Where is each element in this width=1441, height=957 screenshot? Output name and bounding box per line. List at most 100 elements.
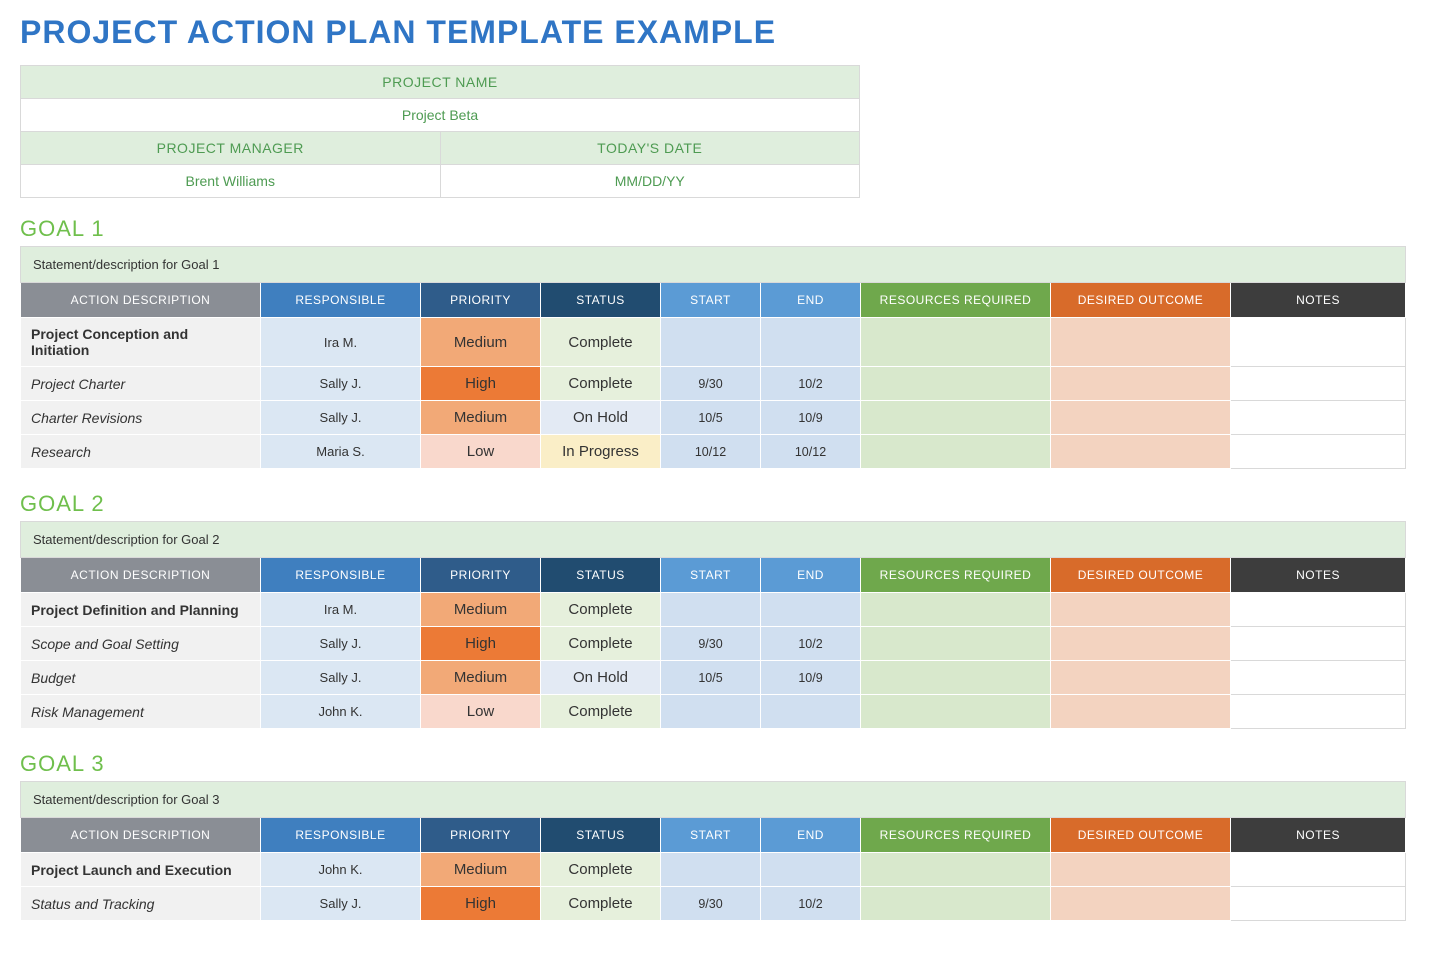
cell-action: Research — [21, 435, 261, 469]
column-header-start: START — [661, 558, 761, 593]
cell-responsible: Sally J. — [261, 401, 421, 435]
cell-priority: Medium — [421, 853, 541, 887]
cell-resources — [861, 367, 1051, 401]
cell-status: Complete — [541, 695, 661, 729]
cell-status: Complete — [541, 887, 661, 921]
cell-notes — [1231, 695, 1406, 729]
cell-responsible: Ira M. — [261, 318, 421, 367]
cell-end: 10/2 — [761, 887, 861, 921]
project-info-table: PROJECT NAME Project Beta PROJECT MANAGE… — [20, 65, 860, 198]
column-header-end: END — [761, 283, 861, 318]
column-header-priority: PRIORITY — [421, 283, 541, 318]
cell-start: 9/30 — [661, 367, 761, 401]
cell-notes — [1231, 887, 1406, 921]
column-header-responsible: RESPONSIBLE — [261, 558, 421, 593]
table-row: Project Definition and PlanningIra M.Med… — [21, 593, 1406, 627]
project-name-label: PROJECT NAME — [21, 66, 860, 99]
cell-end: 10/2 — [761, 627, 861, 661]
column-header-outcome: DESIRED OUTCOME — [1051, 558, 1231, 593]
cell-start — [661, 695, 761, 729]
column-header-resources: RESOURCES REQUIRED — [861, 558, 1051, 593]
cell-priority: Medium — [421, 318, 541, 367]
goal-table: Statement/description for Goal 2ACTION D… — [20, 521, 1406, 729]
cell-start: 10/5 — [661, 661, 761, 695]
cell-resources — [861, 435, 1051, 469]
cell-status: Complete — [541, 593, 661, 627]
table-row: BudgetSally J.MediumOn Hold10/510/9 — [21, 661, 1406, 695]
goal-table: Statement/description for Goal 3ACTION D… — [20, 781, 1406, 921]
cell-start — [661, 318, 761, 367]
cell-responsible: Sally J. — [261, 627, 421, 661]
cell-outcome — [1051, 367, 1231, 401]
column-header-notes: NOTES — [1231, 818, 1406, 853]
cell-notes — [1231, 853, 1406, 887]
cell-notes — [1231, 401, 1406, 435]
cell-outcome — [1051, 435, 1231, 469]
cell-status: In Progress — [541, 435, 661, 469]
cell-outcome — [1051, 401, 1231, 435]
cell-end — [761, 318, 861, 367]
cell-priority: Medium — [421, 593, 541, 627]
column-header-status: STATUS — [541, 558, 661, 593]
cell-priority: Medium — [421, 401, 541, 435]
cell-responsible: Maria S. — [261, 435, 421, 469]
cell-end: 10/9 — [761, 401, 861, 435]
cell-priority: High — [421, 627, 541, 661]
page-title: PROJECT ACTION PLAN TEMPLATE EXAMPLE — [20, 14, 1421, 51]
column-header-outcome: DESIRED OUTCOME — [1051, 283, 1231, 318]
column-header-responsible: RESPONSIBLE — [261, 283, 421, 318]
project-name-value: Project Beta — [21, 99, 860, 132]
cell-notes — [1231, 661, 1406, 695]
table-row: Project Launch and ExecutionJohn K.Mediu… — [21, 853, 1406, 887]
cell-status: On Hold — [541, 661, 661, 695]
cell-notes — [1231, 593, 1406, 627]
cell-notes — [1231, 435, 1406, 469]
cell-start: 9/30 — [661, 627, 761, 661]
column-header-priority: PRIORITY — [421, 558, 541, 593]
goal-title: GOAL 1 — [20, 216, 1421, 242]
goal-title: GOAL 3 — [20, 751, 1421, 777]
cell-responsible: Sally J. — [261, 367, 421, 401]
cell-action: Budget — [21, 661, 261, 695]
column-header-resources: RESOURCES REQUIRED — [861, 818, 1051, 853]
column-header-start: START — [661, 283, 761, 318]
cell-resources — [861, 318, 1051, 367]
column-header-action: ACTION DESCRIPTION — [21, 818, 261, 853]
column-header-outcome: DESIRED OUTCOME — [1051, 818, 1231, 853]
table-row: Status and TrackingSally J.HighComplete9… — [21, 887, 1406, 921]
cell-status: Complete — [541, 853, 661, 887]
cell-priority: Low — [421, 435, 541, 469]
table-row: Project Conception and InitiationIra M.M… — [21, 318, 1406, 367]
cell-priority: High — [421, 887, 541, 921]
cell-responsible: Ira M. — [261, 593, 421, 627]
cell-action: Risk Management — [21, 695, 261, 729]
cell-priority: Medium — [421, 661, 541, 695]
project-manager-label: PROJECT MANAGER — [21, 132, 441, 165]
date-label: TODAY'S DATE — [440, 132, 860, 165]
cell-resources — [861, 695, 1051, 729]
cell-resources — [861, 401, 1051, 435]
column-header-end: END — [761, 818, 861, 853]
cell-outcome — [1051, 627, 1231, 661]
goal-statement: Statement/description for Goal 2 — [21, 522, 1406, 558]
column-header-status: STATUS — [541, 283, 661, 318]
table-row: ResearchMaria S.LowIn Progress10/1210/12 — [21, 435, 1406, 469]
cell-action: Project Launch and Execution — [21, 853, 261, 887]
cell-action: Scope and Goal Setting — [21, 627, 261, 661]
column-header-priority: PRIORITY — [421, 818, 541, 853]
cell-action: Project Definition and Planning — [21, 593, 261, 627]
cell-status: Complete — [541, 367, 661, 401]
cell-resources — [861, 627, 1051, 661]
cell-resources — [861, 887, 1051, 921]
column-header-start: START — [661, 818, 761, 853]
cell-resources — [861, 593, 1051, 627]
table-row: Risk ManagementJohn K.LowComplete — [21, 695, 1406, 729]
goal-block: GOAL 3 Statement/description for Goal 3AC… — [20, 751, 1421, 921]
cell-end: 10/9 — [761, 661, 861, 695]
cell-status: On Hold — [541, 401, 661, 435]
column-header-resources: RESOURCES REQUIRED — [861, 283, 1051, 318]
cell-outcome — [1051, 661, 1231, 695]
table-row: Project CharterSally J.HighComplete9/301… — [21, 367, 1406, 401]
cell-responsible: Sally J. — [261, 661, 421, 695]
cell-action: Project Conception and Initiation — [21, 318, 261, 367]
